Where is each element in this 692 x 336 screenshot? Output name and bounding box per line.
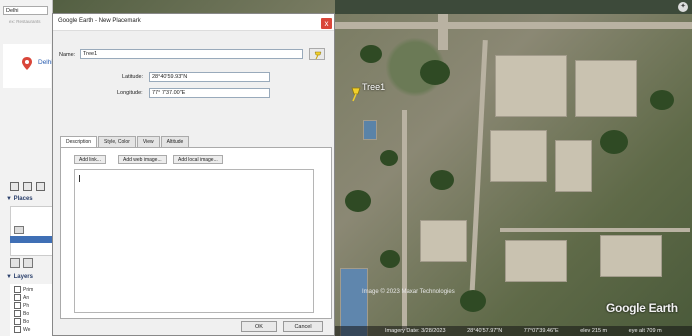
- description-textarea[interactable]: [74, 169, 314, 313]
- latitude-field[interactable]: 28°40'59.93"N: [149, 72, 270, 82]
- layer-checkbox[interactable]: [14, 310, 21, 317]
- building-block: [495, 55, 567, 117]
- building-block: [420, 220, 467, 262]
- new-placemark-dialog: Google Earth - New Placemark x Name: Tre…: [52, 13, 335, 336]
- placemark-pin-icon[interactable]: [349, 86, 363, 104]
- layer-checkbox[interactable]: [14, 318, 21, 325]
- layer-checkbox[interactable]: [14, 302, 21, 309]
- close-button[interactable]: x: [321, 18, 332, 29]
- copy-icon[interactable]: [10, 182, 19, 191]
- building-block: [363, 120, 377, 140]
- folder-icon[interactable]: [14, 226, 24, 234]
- layer-item[interactable]: Bo: [14, 310, 29, 317]
- tree-canopy: [430, 170, 454, 190]
- add-link-button[interactable]: Add link...: [74, 155, 106, 164]
- tab-altitude[interactable]: Altitude: [160, 136, 190, 147]
- property-tabs: Description Style, Color View Altitude: [60, 136, 190, 147]
- map-road: [500, 228, 690, 232]
- tree-canopy: [380, 250, 400, 268]
- search-hint: ex: Restaurants: [9, 19, 41, 24]
- dialog-titlebar[interactable]: Google Earth - New Placemark x: [53, 14, 334, 31]
- panel-toggle-icon[interactable]: [23, 258, 33, 268]
- tree-canopy: [345, 190, 371, 212]
- cancel-button[interactable]: Cancel: [283, 321, 323, 332]
- paste-icon[interactable]: [23, 182, 32, 191]
- building-block: [555, 140, 592, 192]
- tab-description[interactable]: Description: [60, 136, 98, 147]
- dialog-title: Google Earth - New Placemark: [58, 18, 141, 24]
- layer-checkbox[interactable]: [14, 286, 21, 293]
- status-bar: Imagery Date: 3/28/2023 28°40'57.97"N 77…: [335, 326, 692, 336]
- places-nav-row: [10, 258, 33, 268]
- tree-canopy: [360, 45, 382, 63]
- search-tools-row: [10, 182, 45, 191]
- status-elevation: elev 215 m: [580, 328, 608, 334]
- map-road: [402, 110, 407, 330]
- text-caret: [79, 175, 80, 182]
- placemark-label: Tree1: [362, 82, 386, 92]
- status-latitude: 28°40'57.97"N: [467, 328, 503, 334]
- add-web-image-button[interactable]: Add web image...: [118, 155, 167, 164]
- tree-canopy: [600, 130, 628, 154]
- layer-item[interactable]: An: [14, 294, 29, 301]
- imagery-credit: Image © 2023 Maxar Technologies: [362, 289, 455, 295]
- ok-button[interactable]: OK: [241, 321, 277, 332]
- search-result-label: Delhi: [38, 59, 53, 66]
- layer-checkbox[interactable]: [14, 326, 21, 333]
- tab-view[interactable]: View: [136, 136, 160, 147]
- layer-item[interactable]: Ph: [14, 302, 29, 309]
- search-input[interactable]: Delhi: [3, 6, 48, 15]
- layer-item[interactable]: Prim: [14, 286, 33, 293]
- location-pin-icon: [22, 57, 32, 72]
- status-eye-altitude: eye alt 709 m: [628, 328, 662, 334]
- placemark-icon-button[interactable]: [309, 48, 325, 60]
- left-sidebar: Delhi ex: Restaurants Delhi ▼ Places ▼ L…: [0, 0, 53, 336]
- google-earth-logo: Google Earth: [606, 301, 678, 315]
- pushpin-icon: [314, 51, 322, 61]
- tree-canopy: [380, 150, 398, 166]
- tree-canopy: [420, 60, 450, 85]
- building-block: [490, 130, 547, 182]
- building-block: [505, 240, 567, 282]
- tree-canopy: [460, 290, 486, 312]
- longitude-label: Longitude:: [117, 90, 143, 96]
- layer-item[interactable]: We: [14, 326, 30, 333]
- map-road: [469, 40, 488, 300]
- layer-checkbox[interactable]: [14, 294, 21, 301]
- building-block: [600, 235, 662, 277]
- tree-canopy: [650, 90, 674, 110]
- latitude-label: Latitude:: [122, 74, 144, 80]
- name-field[interactable]: Tree1: [80, 49, 303, 59]
- search-icon[interactable]: [10, 258, 20, 268]
- map-road: [438, 14, 448, 50]
- building-block: [575, 60, 637, 117]
- status-longitude: 77°07'39.46"E: [523, 328, 559, 334]
- selected-place-row[interactable]: [10, 236, 52, 243]
- name-label: Name:: [59, 52, 76, 58]
- places-section-header[interactable]: ▼ Places: [6, 196, 33, 202]
- imagery-date: Imagery Date: 3/28/2023: [385, 328, 446, 334]
- longitude-field[interactable]: 77° 7'37.00"E: [149, 88, 270, 98]
- navigation-control-icon[interactable]: ✦: [678, 2, 688, 12]
- map-top-strip: ✦: [335, 0, 692, 14]
- tab-style-color[interactable]: Style, Color: [98, 136, 136, 147]
- layer-item[interactable]: Bo: [14, 318, 29, 325]
- layers-section-header[interactable]: ▼ Layers: [6, 274, 33, 280]
- map-road: [335, 22, 692, 29]
- print-icon[interactable]: [36, 182, 45, 191]
- add-local-image-button[interactable]: Add local image...: [173, 155, 223, 164]
